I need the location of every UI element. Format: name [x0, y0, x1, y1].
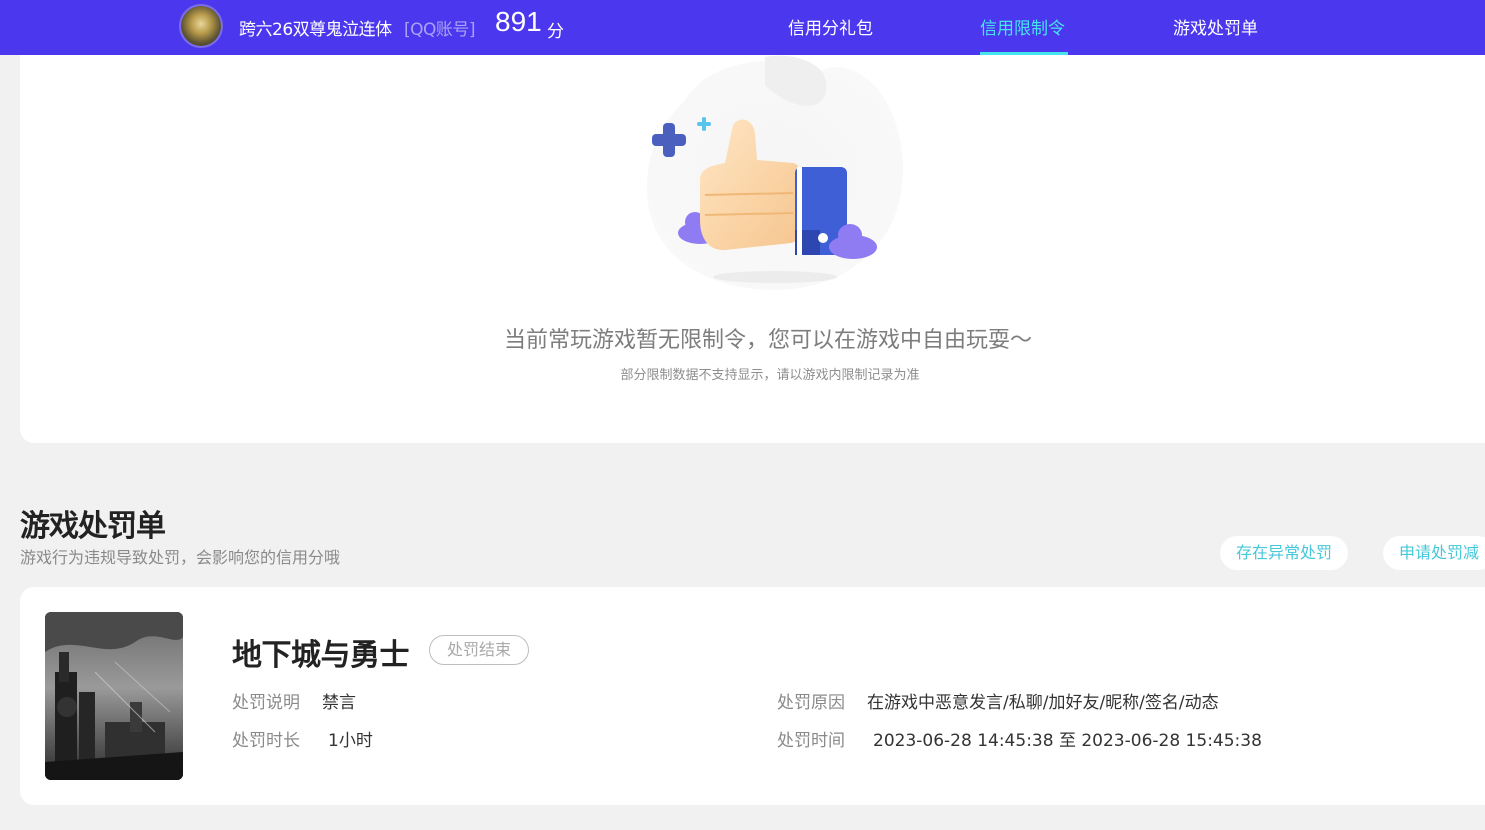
penalty-duration-value: 1小时 — [328, 731, 373, 751]
section-title: 游戏处罚单 — [20, 509, 166, 544]
penalty-reason-label: 处罚原因 — [777, 693, 845, 713]
penalty-desc-label: 处罚说明 — [232, 693, 300, 713]
status-badge: 处罚结束 — [429, 635, 530, 665]
game-name: 地下城与勇士 — [232, 638, 410, 673]
apply-penalty-reduction-button[interactable]: 申请处罚减 — [1383, 536, 1485, 570]
restriction-data-note: 部分限制数据不支持显示，请以游戏内限制记录为准 — [620, 368, 920, 383]
penalty-time-value: 2023-06-28 14:45:38 至 2023-06-28 15:45:3… — [873, 731, 1262, 751]
penalty-time-label: 处罚时间 — [777, 731, 845, 751]
penalty-reason-value: 在游戏中恶意发言/私聊/加好友/昵称/签名/动态 — [867, 693, 1219, 713]
section-subtitle: 游戏行为违规导致处罚，会影响您的信用分哦 — [20, 548, 341, 567]
empty-restriction-message: 当前常玩游戏暂无限制令，您可以在游戏中自由玩耍～ — [503, 328, 1032, 353]
top-bar: 跨六26双尊鬼泣连体 [QQ账号] 891 分 信用分礼包 信用限制令 游戏处罚… — [0, 0, 1485, 55]
credit-score-unit: 分 — [547, 22, 564, 42]
nav-game-penalty[interactable]: 游戏处罚单 — [1173, 14, 1258, 39]
thumbs-up-illustration — [646, 55, 904, 291]
account-type-tag: [QQ账号] — [404, 20, 476, 40]
penalty-duration-label: 处罚时长 — [232, 731, 300, 751]
avatar[interactable] — [179, 4, 223, 48]
game-thumbnail — [45, 612, 183, 780]
credit-score: 891 — [495, 6, 542, 37]
nav-credit-gift[interactable]: 信用分礼包 — [788, 14, 873, 39]
abnormal-penalty-button[interactable]: 存在异常处罚 — [1220, 536, 1349, 570]
user-name: 跨六26双尊鬼泣连体 — [239, 20, 392, 40]
nav-credit-restriction[interactable]: 信用限制令 — [980, 14, 1065, 39]
penalty-desc-value: 禁言 — [322, 693, 356, 713]
